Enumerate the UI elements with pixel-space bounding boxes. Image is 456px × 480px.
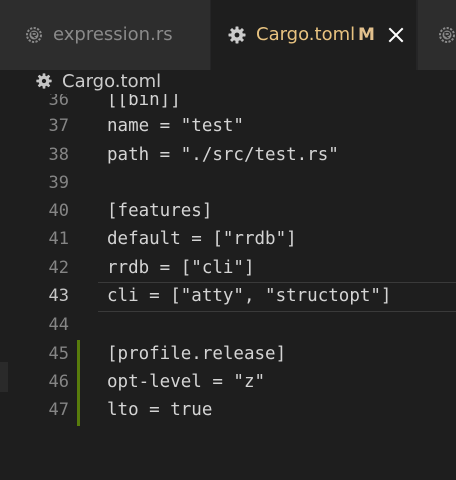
breadcrumb-item-cargo-toml[interactable]: Cargo.toml: [62, 70, 161, 94]
breadcrumb: Cargo.toml: [0, 70, 456, 94]
code-line[interactable]: 40 [features]: [0, 197, 456, 226]
code-line[interactable]: 47 lto = true: [0, 396, 456, 425]
code-line[interactable]: 42 rrdb = ["cli"]: [0, 254, 456, 283]
code-text[interactable]: [profile.release]: [107, 340, 286, 369]
line-number: 41: [48, 229, 69, 249]
code-line[interactable]: 45 [profile.release]: [0, 340, 456, 369]
line-number: 44: [48, 315, 69, 335]
code-text[interactable]: rrdb = ["cli"]: [107, 254, 255, 283]
code-text[interactable]: opt-level = "z": [107, 368, 265, 397]
line-number: 38: [48, 145, 69, 165]
line-number: 37: [48, 116, 69, 136]
code-text[interactable]: name = "test": [107, 112, 244, 141]
code-line[interactable]: 44: [0, 311, 456, 340]
tab-bar: expression.rs Cargo.toml M: [0, 0, 456, 70]
code-text[interactable]: lto = true: [107, 396, 212, 425]
tab-partial[interactable]: [418, 0, 456, 70]
code-text[interactable]: path = "./src/test.rs": [107, 141, 339, 170]
tab-label: Cargo.toml: [256, 24, 356, 45]
code-editor[interactable]: 36 [[bin]] 37 name = "test" 38 path = ".…: [0, 94, 456, 480]
line-number: 46: [48, 372, 69, 392]
tab-cargo-toml[interactable]: Cargo.toml M: [211, 0, 416, 70]
code-line[interactable]: 41 default = ["rrdb"]: [0, 225, 456, 254]
code-text[interactable]: default = ["rrdb"]: [107, 225, 297, 254]
code-text[interactable]: cli = ["atty", "structopt"]: [107, 282, 391, 311]
line-number: 42: [48, 258, 69, 278]
code-line[interactable]: 38 path = "./src/test.rs": [0, 141, 456, 170]
rust-icon: [439, 27, 455, 43]
tab-expression-rs[interactable]: expression.rs: [0, 0, 211, 70]
line-number: 47: [48, 400, 69, 420]
code-line[interactable]: 37 name = "test": [0, 112, 456, 141]
modified-indicator: M: [358, 25, 375, 45]
code-text[interactable]: [features]: [107, 197, 212, 226]
line-number: 39: [48, 173, 69, 193]
code-line[interactable]: 39: [0, 169, 456, 198]
gear-icon: [228, 26, 246, 44]
code-line[interactable]: 46 opt-level = "z": [0, 368, 456, 397]
line-number: 40: [48, 201, 69, 221]
code-line-active[interactable]: 43 cli = ["atty", "structopt"]: [0, 282, 456, 311]
gear-icon: [36, 73, 52, 89]
close-icon[interactable]: [387, 26, 405, 44]
rust-icon: [26, 27, 42, 43]
line-number: 43: [48, 286, 69, 306]
tab-label: expression.rs: [53, 24, 173, 45]
line-number: 45: [48, 344, 69, 364]
